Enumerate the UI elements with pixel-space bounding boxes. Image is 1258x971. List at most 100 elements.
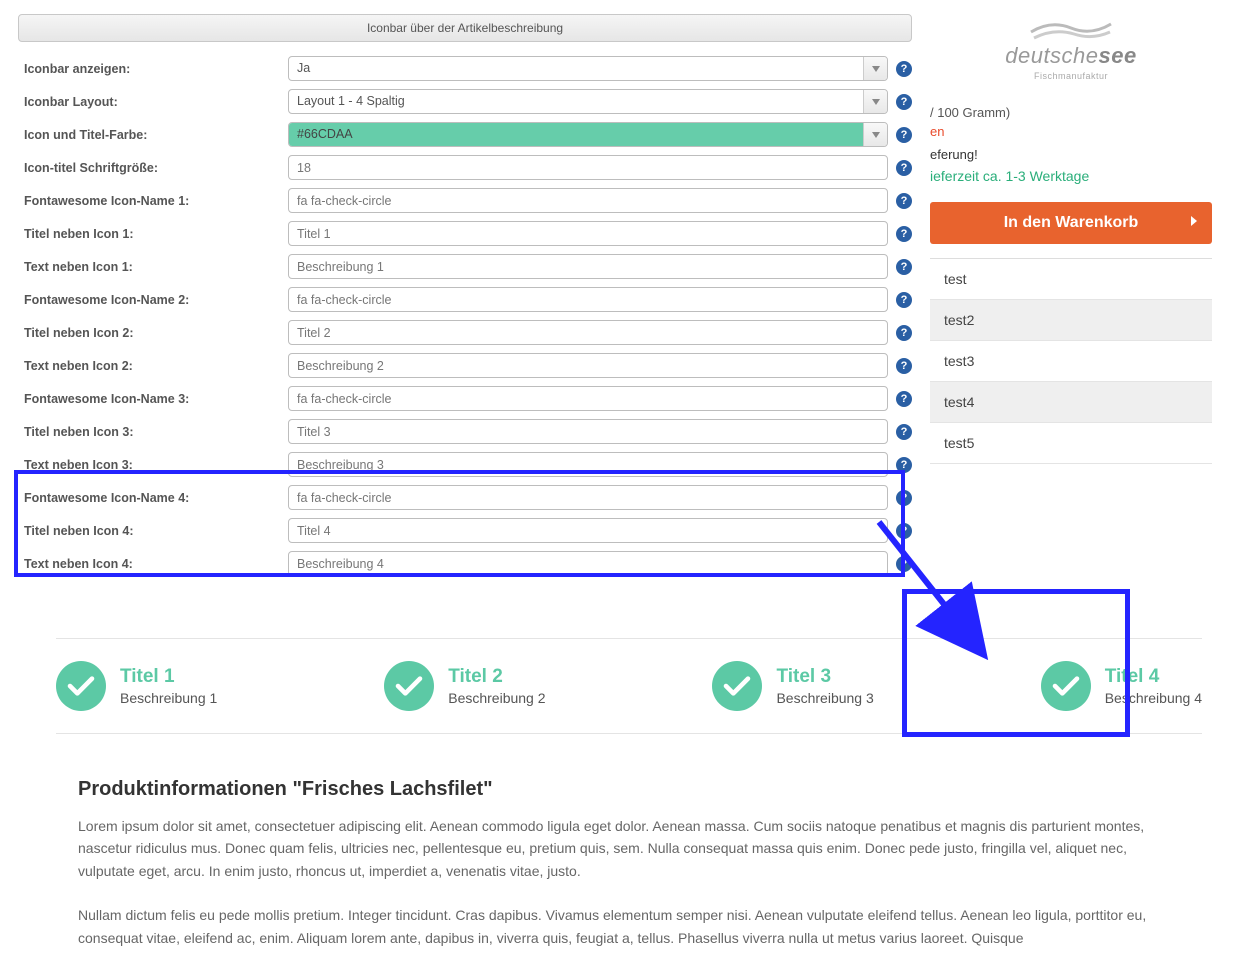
help-icon[interactable]: ? (896, 556, 912, 572)
form-label: Fontawesome Icon-Name 3: (18, 392, 288, 406)
product-info-paragraph: Nullam dictum felis eu pede mollis preti… (78, 904, 1180, 949)
text-input[interactable] (288, 188, 888, 213)
text-input[interactable] (288, 287, 888, 312)
stock-fragment: en (930, 124, 1212, 139)
form-field: ? (288, 353, 912, 378)
iconbar-text: Titel 1Beschreibung 1 (120, 666, 217, 706)
help-icon[interactable]: ? (896, 523, 912, 539)
form-row: Titel neben Icon 2:? (18, 320, 912, 345)
text-input[interactable] (288, 155, 888, 180)
help-icon[interactable]: ? (896, 358, 912, 374)
help-icon[interactable]: ? (896, 61, 912, 77)
help-icon[interactable]: ? (896, 226, 912, 242)
price-block: / 100 Gramm) en eferung! ieferzeit ca. 1… (930, 105, 1212, 184)
chevron-down-icon (863, 90, 887, 113)
form-field: ? (288, 485, 912, 510)
text-input[interactable] (288, 254, 888, 279)
iconbar-text: Titel 4 Beschreibung 4 (1105, 666, 1202, 706)
iconbar-item: Titel 3Beschreibung 3 (712, 661, 873, 711)
form-label: Text neben Icon 3: (18, 458, 288, 472)
brand-logo-block: deutschesee Fischmanufaktur (930, 14, 1212, 81)
iconbar-text: Titel 3Beschreibung 3 (776, 666, 873, 706)
form-row: Fontawesome Icon-Name 4:? (18, 485, 912, 510)
select-value: #66CDAA (289, 123, 863, 146)
chevron-down-icon (863, 123, 887, 146)
text-input[interactable] (288, 221, 888, 246)
form-field: ? (288, 551, 912, 576)
iconbar-item: Titel 1Beschreibung 1 (56, 661, 217, 711)
text-input[interactable] (288, 320, 888, 345)
check-circle-icon (384, 661, 434, 711)
form-label: Text neben Icon 2: (18, 359, 288, 373)
help-icon[interactable]: ? (896, 391, 912, 407)
form-field: Layout 1 - 4 Spaltig? (288, 89, 912, 114)
form-row: Titel neben Icon 4:? (18, 518, 912, 543)
select-input[interactable]: Layout 1 - 4 Spaltig (288, 89, 888, 114)
brand-wave-icon (930, 14, 1212, 43)
form-label: Titel neben Icon 2: (18, 326, 288, 340)
text-input[interactable] (288, 353, 888, 378)
section-header: Iconbar über der Artikelbeschreibung (18, 14, 912, 42)
text-input[interactable] (288, 452, 888, 477)
product-info-heading: Produktinformationen "Frisches Lachsfile… (78, 778, 1180, 801)
help-icon[interactable]: ? (896, 325, 912, 341)
help-icon[interactable]: ? (896, 424, 912, 440)
iconbar-desc: Beschreibung 1 (120, 690, 217, 706)
help-icon[interactable]: ? (896, 94, 912, 110)
color-select[interactable]: #66CDAA (288, 122, 888, 147)
unit-price-fragment: / 100 Gramm) (930, 105, 1010, 120)
form-label: Text neben Icon 4: (18, 557, 288, 571)
form-field: ? (288, 386, 912, 411)
iconbar-title: Titel 4 (1105, 666, 1202, 688)
tab-item[interactable]: test4 (930, 382, 1212, 423)
tab-item[interactable]: test2 (930, 300, 1212, 341)
form-field: ? (288, 188, 912, 213)
help-icon[interactable]: ? (896, 490, 912, 506)
text-input[interactable] (288, 386, 888, 411)
iconbar-desc: Beschreibung 4 (1105, 690, 1202, 706)
chevron-down-icon (863, 57, 887, 80)
help-icon[interactable]: ? (896, 292, 912, 308)
help-icon[interactable]: ? (896, 127, 912, 143)
form-field: ? (288, 419, 912, 444)
form-label: Titel neben Icon 4: (18, 524, 288, 538)
iconbar-title: Titel 2 (448, 666, 545, 688)
form-label: Iconbar Layout: (18, 95, 288, 109)
form-field: Ja? (288, 56, 912, 81)
text-input[interactable] (288, 419, 888, 444)
form-field: ? (288, 287, 912, 312)
form-field: ? (288, 254, 912, 279)
select-value: Ja (289, 57, 863, 80)
tab-item[interactable]: test (930, 259, 1212, 300)
form-label: Fontawesome Icon-Name 2: (18, 293, 288, 307)
select-input[interactable]: Ja (288, 56, 888, 81)
tab-item[interactable]: test5 (930, 423, 1212, 464)
chevron-right-icon (1190, 214, 1198, 232)
text-input[interactable] (288, 518, 888, 543)
form-field: #66CDAA? (288, 122, 912, 147)
text-input[interactable] (288, 485, 888, 510)
text-input[interactable] (288, 551, 888, 576)
iconbar-item: Titel 4 Beschreibung 4 (1041, 661, 1202, 711)
help-icon[interactable]: ? (896, 160, 912, 176)
form-row: Titel neben Icon 1:? (18, 221, 912, 246)
form-label: Titel neben Icon 3: (18, 425, 288, 439)
form-row: Text neben Icon 3:? (18, 452, 912, 477)
form-label: Titel neben Icon 1: (18, 227, 288, 241)
form-row: Text neben Icon 2:? (18, 353, 912, 378)
help-icon[interactable]: ? (896, 193, 912, 209)
form-label: Fontawesome Icon-Name 1: (18, 194, 288, 208)
form-row: Icon-titel Schriftgröße:? (18, 155, 912, 180)
form-field: ? (288, 452, 912, 477)
help-icon[interactable]: ? (896, 457, 912, 473)
form-row: Iconbar Layout:Layout 1 - 4 Spaltig? (18, 89, 912, 114)
form-label: Text neben Icon 1: (18, 260, 288, 274)
tab-list: testtest2test3test4test5 (930, 258, 1212, 464)
brand-name: deutschesee (930, 43, 1212, 69)
tab-item[interactable]: test3 (930, 341, 1212, 382)
form-row: Text neben Icon 4:? (18, 551, 912, 576)
form-row: Titel neben Icon 3:? (18, 419, 912, 444)
help-icon[interactable]: ? (896, 259, 912, 275)
select-value: Layout 1 - 4 Spaltig (289, 90, 863, 113)
add-to-cart-button[interactable]: In den Warenkorb (930, 202, 1212, 244)
